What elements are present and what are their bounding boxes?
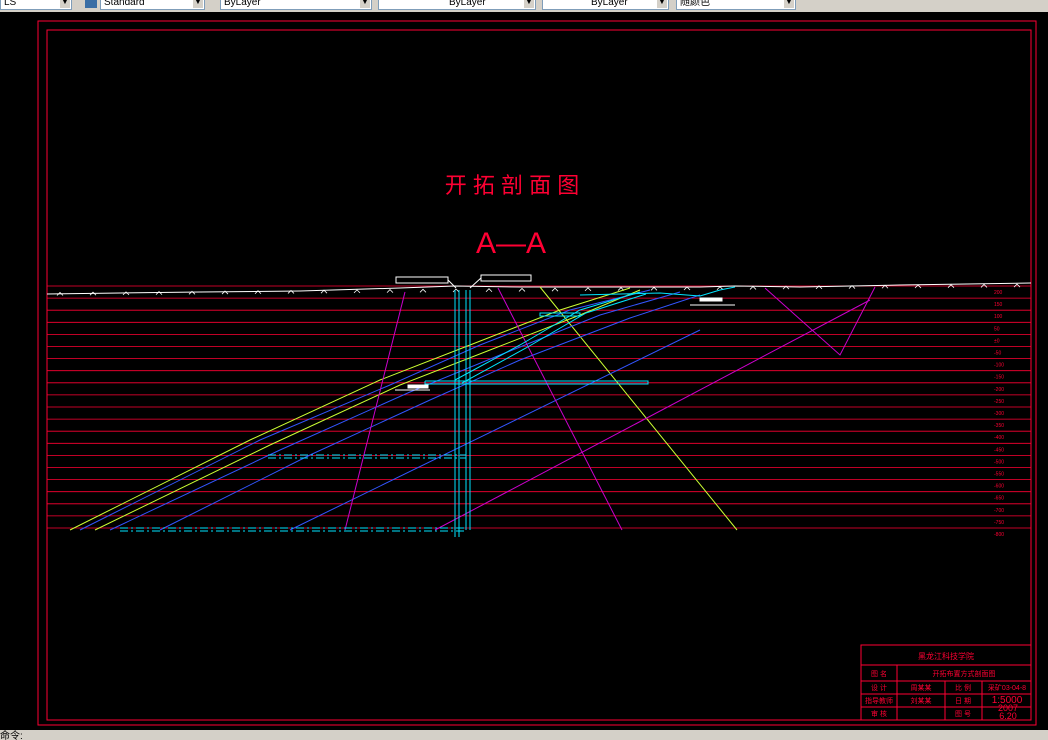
section-label: A—A <box>476 227 546 260</box>
elevation-label: -550 <box>994 472 1004 478</box>
title-block-label: 审 核 <box>871 709 887 718</box>
elevation-label: -400 <box>994 435 1004 441</box>
elevation-label: -750 <box>994 520 1004 526</box>
chevron-down-icon[interactable]: ▼ <box>784 0 794 8</box>
combo-value: ByLayer <box>224 0 261 8</box>
combo-value: ByLayer <box>449 0 486 8</box>
lineweight-combo[interactable]: ByLayer ▼ <box>542 0 669 10</box>
command-prompt: 命令: <box>0 731 23 740</box>
title-block-label: 指导教师 <box>865 696 893 705</box>
elevation-label: -250 <box>994 399 1004 405</box>
elevation-label: -600 <box>994 484 1004 490</box>
combo-value: ByLayer <box>591 0 628 8</box>
chevron-down-icon[interactable]: ▼ <box>657 0 667 8</box>
drawing-title: 开 拓 剖 面 图 <box>445 173 579 198</box>
chevron-down-icon[interactable]: ▼ <box>193 0 203 8</box>
elevation-label: -50 <box>994 351 1001 357</box>
title-block-date: 6.20 <box>999 711 1017 721</box>
elevation-label: -650 <box>994 496 1004 502</box>
title-block-value: 周某某 <box>911 684 932 692</box>
drawing-canvas[interactable]: 开 拓 剖 面 图 A—A 200 150 100 50 ±0 -50 -100 -150 -2… <box>0 12 1048 740</box>
title-block-organization: 黑龙江科技学院 <box>918 651 974 661</box>
chevron-down-icon[interactable]: ▼ <box>60 0 70 8</box>
layer-color-combo[interactable]: ByLayer ▼ <box>220 0 372 10</box>
title-block-label: 图 名 <box>871 669 887 678</box>
plot-style-combo[interactable]: 随颜色 ▼ <box>676 0 796 10</box>
text-style-combo[interactable]: Standard ▼ <box>100 0 205 10</box>
elevation-label: 200 <box>994 290 1003 296</box>
command-line[interactable]: 命令: <box>0 730 1048 740</box>
linetype-combo[interactable]: ByLayer ▼ <box>378 0 536 10</box>
title-block-code: 采矿03-04-8 <box>988 683 1026 692</box>
elevation-label: -450 <box>994 447 1004 453</box>
chevron-down-icon[interactable]: ▼ <box>360 0 370 8</box>
title-block-label: 日 期 <box>955 697 971 705</box>
chevron-down-icon[interactable]: ▼ <box>524 0 534 8</box>
elevation-label: -150 <box>994 375 1004 381</box>
elevation-label: -100 <box>994 363 1004 369</box>
title-block-label: 设 计 <box>871 683 887 692</box>
elevation-label: ±0 <box>994 338 1000 344</box>
title-block-label: 比 例 <box>955 683 971 692</box>
combo-value: 随颜色 <box>680 0 710 8</box>
elevation-label: -700 <box>994 508 1004 514</box>
linetype-scale-combo[interactable]: LS ▼ <box>0 0 72 10</box>
title-block-label: 图 号 <box>955 710 971 718</box>
elevation-label: -350 <box>994 423 1004 429</box>
title-block-value: 刘某某 <box>911 696 932 705</box>
combo-value: Standard <box>104 0 145 8</box>
elevation-label: -300 <box>994 411 1004 417</box>
elevation-label: -200 <box>994 387 1004 393</box>
elevation-label: 50 <box>994 326 1000 332</box>
elevation-label: -800 <box>994 532 1004 538</box>
title-block-drawing-name: 开拓布置方式剖面图 <box>933 669 996 678</box>
text-style-icon[interactable] <box>85 0 97 8</box>
combo-value: LS <box>4 0 17 8</box>
elevation-label: -500 <box>994 459 1004 465</box>
elevation-label: 150 <box>994 302 1003 308</box>
elevation-label: 100 <box>994 314 1003 320</box>
